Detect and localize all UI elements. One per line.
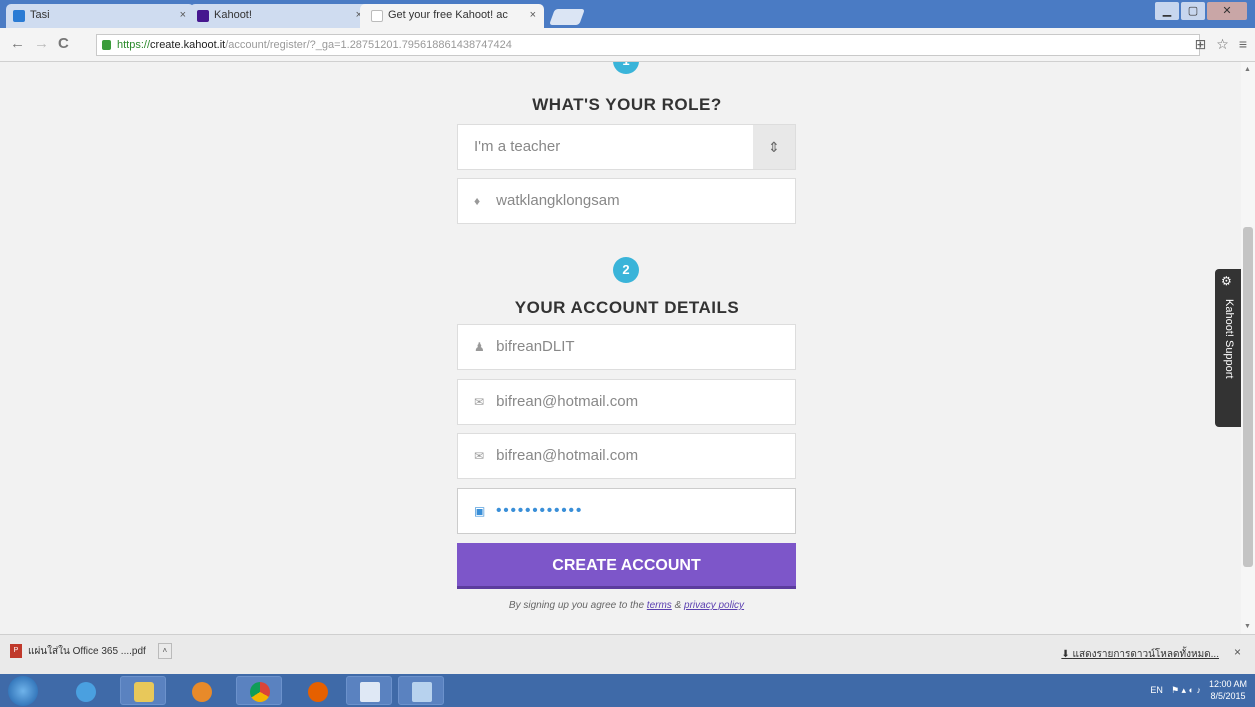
- download-file-label: แผ่นใส่ใน Office 365 ....pdf: [28, 645, 146, 657]
- folder-icon: [134, 682, 154, 702]
- email-value: bifrean@hotmail.com: [496, 393, 639, 410]
- school-input-value: watklangklongsam: [496, 192, 620, 209]
- tab-label: Get your free Kahoot! ac: [388, 9, 508, 21]
- download-arrow-icon: ⬇: [1061, 649, 1073, 660]
- step-number-1: 1: [613, 62, 639, 74]
- forward-icon[interactable]: →: [34, 35, 49, 52]
- start-button[interactable]: [8, 676, 38, 706]
- support-icon: ⚙: [1221, 274, 1232, 288]
- taskbar-app[interactable]: [346, 676, 392, 705]
- email-icon: ✉: [474, 395, 485, 409]
- email-confirm-value: bifrean@hotmail.com: [496, 447, 639, 464]
- username-input[interactable]: ♟ bifreanDLIT: [457, 324, 796, 370]
- windows-taskbar: EN ⚑ ▴ ◐ ♪ 12:00 AM 8/5/2015: [0, 674, 1255, 707]
- tab-favicon: [13, 10, 25, 22]
- chrome-icon: [250, 682, 270, 702]
- select-updown-icon[interactable]: ⇕: [753, 125, 795, 169]
- chevron-up-icon[interactable]: ˄: [157, 643, 172, 659]
- firefox-icon: [308, 682, 328, 702]
- browser-tab-strip: Tasi × Kahoot! × Get your free Kahoot! a…: [0, 0, 1255, 28]
- taskbar-chrome[interactable]: [236, 676, 282, 705]
- tray-icons[interactable]: ⚑ ▴ ◐ ♪: [1171, 685, 1201, 696]
- terms-amp: &: [674, 600, 682, 611]
- ie-icon: [76, 682, 96, 702]
- terms-prefix: By signing up you agree to the: [508, 600, 645, 611]
- language-indicator[interactable]: EN: [1150, 685, 1163, 695]
- email-input[interactable]: ✉ bifrean@hotmail.com: [457, 379, 796, 425]
- role-select[interactable]: I'm a teacher ⇕: [457, 124, 796, 170]
- url-scheme: https://: [117, 39, 151, 51]
- lock-icon: ▣: [474, 504, 486, 518]
- browser-toolbar: ← → C https://create.kahoot.it/account/r…: [0, 28, 1255, 62]
- scroll-up-icon[interactable]: ▲: [1244, 66, 1251, 73]
- close-icon[interactable]: ×: [1234, 645, 1241, 659]
- paint-icon: [412, 682, 432, 702]
- password-input[interactable]: ▣ ••••••••••••: [457, 488, 796, 534]
- menu-icon[interactable]: ≡: [1239, 36, 1247, 53]
- clock-date: 8/5/2015: [1210, 691, 1246, 701]
- user-icon: ♟: [474, 340, 485, 354]
- url-host: create.kahoot.it: [150, 39, 226, 51]
- media-player-icon: [192, 682, 212, 702]
- show-all-label: แสดงรายการดาวน์โหลดทั้งหมด...: [1072, 649, 1219, 660]
- support-label: Kahoot! Support: [1223, 299, 1235, 379]
- terms-notice: By signing up you agree to the terms & p…: [457, 600, 796, 611]
- clock[interactable]: 12:00 AM 8/5/2015: [1209, 678, 1247, 702]
- kahoot-icon: [197, 10, 209, 22]
- lock-icon: [102, 40, 111, 50]
- url-path: /account/register/?_ga=1.28751201.795618…: [225, 39, 512, 51]
- taskbar-paint[interactable]: [398, 676, 444, 705]
- support-tab[interactable]: ⚙ Kahoot! Support: [1215, 269, 1241, 427]
- create-account-button[interactable]: CREATE ACCOUNT: [457, 543, 796, 589]
- show-all-downloads-link[interactable]: ⬇ แสดงรายการดาวน์โหลดทั้งหมด...: [1061, 647, 1219, 662]
- tab-label: Kahoot!: [214, 9, 252, 21]
- tab-get-free-account[interactable]: Get your free Kahoot! ac ×: [364, 4, 544, 28]
- page-content: 1 WHAT'S YOUR ROLE? I'm a teacher ⇕ ♦ wa…: [0, 62, 1241, 634]
- new-tab-button[interactable]: [549, 9, 585, 25]
- taskbar-ie[interactable]: [62, 676, 108, 705]
- role-heading: WHAT'S YOUR ROLE?: [532, 95, 722, 114]
- taskbar-media[interactable]: [178, 676, 224, 705]
- minimize-button[interactable]: ▁: [1155, 2, 1179, 20]
- maximize-button[interactable]: ▢: [1181, 2, 1205, 20]
- back-icon[interactable]: ←: [10, 35, 25, 52]
- clock-time: 12:00 AM: [1208, 679, 1247, 689]
- tab-tasi[interactable]: Tasi ×: [6, 4, 194, 28]
- taskbar-explorer[interactable]: [120, 676, 166, 705]
- page-icon: [371, 10, 383, 22]
- role-select-value: I'm a teacher: [474, 138, 561, 155]
- toolbar-icons: ⊞ ☆ ≡: [1195, 36, 1247, 53]
- pdf-icon: P: [10, 644, 22, 658]
- location-pin-icon: ♦: [474, 194, 481, 208]
- bookmark-star-icon[interactable]: ☆: [1216, 36, 1229, 53]
- tab-kahoot[interactable]: Kahoot! ×: [190, 4, 370, 28]
- terms-link[interactable]: terms: [647, 600, 672, 611]
- close-icon[interactable]: ×: [530, 9, 536, 21]
- download-bar: P แผ่นใส่ใน Office 365 ....pdf ˄ ⬇ แสดงร…: [0, 634, 1255, 674]
- address-bar[interactable]: https://create.kahoot.it/account/registe…: [96, 34, 1200, 56]
- password-value: ••••••••••••: [496, 502, 584, 519]
- tab-label: Tasi: [30, 9, 50, 21]
- privacy-policy-link[interactable]: privacy policy: [684, 600, 744, 611]
- taskbar-firefox[interactable]: [294, 676, 340, 705]
- app-window-icon: [360, 682, 380, 702]
- username-value: bifreanDLIT: [496, 338, 575, 355]
- email-confirm-input[interactable]: ✉ bifrean@hotmail.com: [457, 433, 796, 479]
- download-item[interactable]: P แผ่นใส่ใน Office 365 ....pdf ˄: [10, 643, 172, 659]
- scroll-down-icon[interactable]: ▼: [1244, 623, 1251, 630]
- close-window-button[interactable]: ✕: [1207, 2, 1247, 20]
- system-tray: EN ⚑ ▴ ◐ ♪ 12:00 AM 8/5/2015: [1150, 678, 1247, 702]
- email-icon: ✉: [474, 449, 485, 463]
- school-input[interactable]: ♦ watklangklongsam: [457, 178, 796, 224]
- window-controls: ▁ ▢ ✕: [1155, 2, 1247, 20]
- page-scrollbar[interactable]: ▲ ▼: [1241, 62, 1255, 634]
- translate-icon[interactable]: ⊞: [1195, 36, 1207, 53]
- scrollbar-thumb[interactable]: [1243, 227, 1253, 567]
- reload-icon[interactable]: C: [58, 35, 69, 52]
- close-icon[interactable]: ×: [180, 9, 186, 21]
- step-number-2: 2: [613, 257, 639, 283]
- account-heading: YOUR ACCOUNT DETAILS: [514, 298, 740, 317]
